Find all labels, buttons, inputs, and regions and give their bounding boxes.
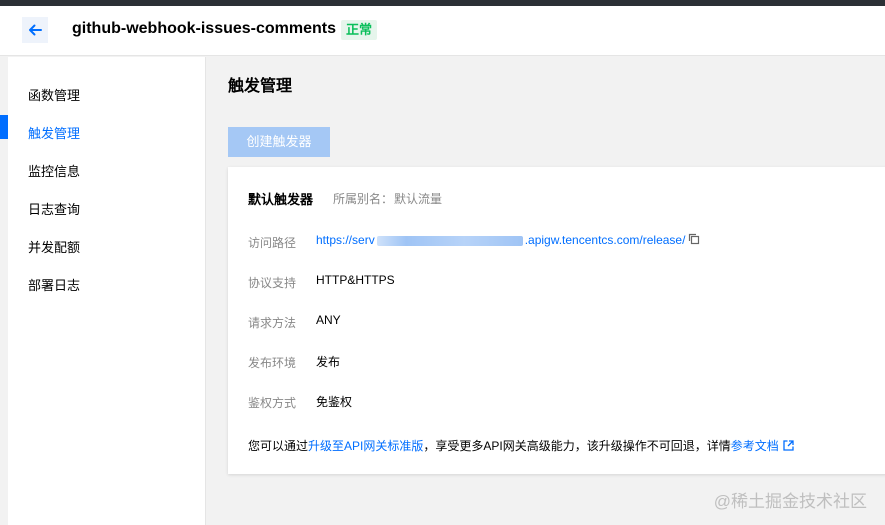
sidebar-item-log-query[interactable]: 日志查询	[8, 191, 206, 229]
sidebar-item-monitoring[interactable]: 监控信息	[8, 153, 206, 191]
sidebar-item-function-management[interactable]: 函数管理	[8, 77, 206, 115]
notice-text-middle: ，享受更多API网关高级能力，该升级操作不可回退，详情	[423, 439, 731, 453]
notice-text-before: 您可以通过	[248, 439, 309, 453]
upgrade-link[interactable]: 升级至API网关标准版	[308, 439, 423, 453]
protocol-value: HTTP&HTTPS	[316, 273, 395, 287]
release-env-label: 发布环境	[248, 356, 297, 370]
alias-label: 所属别名：	[333, 192, 394, 206]
release-env-value: 发布	[316, 355, 341, 369]
url-redacted-mask	[376, 235, 523, 246]
trigger-card: 默认触发器 所属别名： 默认流量 访问路径 https://serv .apigw…	[228, 167, 885, 474]
reference-docs-link[interactable]: 参考文档	[731, 439, 779, 453]
create-trigger-button[interactable]: 创建触发器	[228, 127, 330, 157]
page-header: github-webhook-issues-comments 正常	[0, 6, 885, 56]
request-method-value: ANY	[316, 313, 341, 327]
alias-value: 默认流量	[394, 192, 443, 206]
back-button[interactable]	[22, 17, 48, 43]
status-badge: 正常	[341, 20, 378, 40]
watermark: @稀土掘金技术社区	[713, 492, 867, 511]
auth-method-label: 鉴权方式	[248, 396, 297, 410]
sidebar-item-concurrency-quota[interactable]: 并发配额	[8, 229, 206, 267]
main-content: 触发管理 创建触发器 默认触发器 所属别名： 默认流量 访问路径 https:/…	[207, 57, 885, 525]
access-path-label: 访问路径	[248, 236, 297, 250]
sidebar-item-trigger-management[interactable]: 触发管理	[8, 115, 206, 153]
sidebar: 函数管理 触发管理 监控信息 日志查询 并发配额 部署日志	[8, 57, 206, 525]
external-link-icon[interactable]	[783, 440, 794, 454]
sidebar-active-indicator	[0, 115, 8, 139]
url-suffix: .apigw.tencentcs.com/release/	[524, 233, 686, 247]
protocol-label: 协议支持	[248, 276, 297, 290]
page-title: 触发管理	[228, 78, 293, 95]
copy-icon[interactable]	[688, 233, 700, 248]
auth-method-value: 免鉴权	[316, 395, 353, 409]
function-name: github-webhook-issues-comments	[72, 20, 337, 37]
sidebar-item-deploy-log[interactable]: 部署日志	[8, 267, 206, 305]
access-path-value: https://serv .apigw.tencentcs.com/release…	[316, 233, 700, 248]
request-method-label: 请求方法	[248, 316, 297, 330]
trigger-title: 默认触发器	[248, 192, 314, 207]
upgrade-notice: 您可以通过升级至API网关标准版，享受更多API网关高级能力，该升级操作不可回退…	[248, 437, 794, 454]
arrow-left-icon	[29, 24, 42, 36]
access-path-url[interactable]: https://serv .apigw.tencentcs.com/release…	[316, 233, 685, 247]
url-prefix: https://serv	[316, 233, 375, 247]
